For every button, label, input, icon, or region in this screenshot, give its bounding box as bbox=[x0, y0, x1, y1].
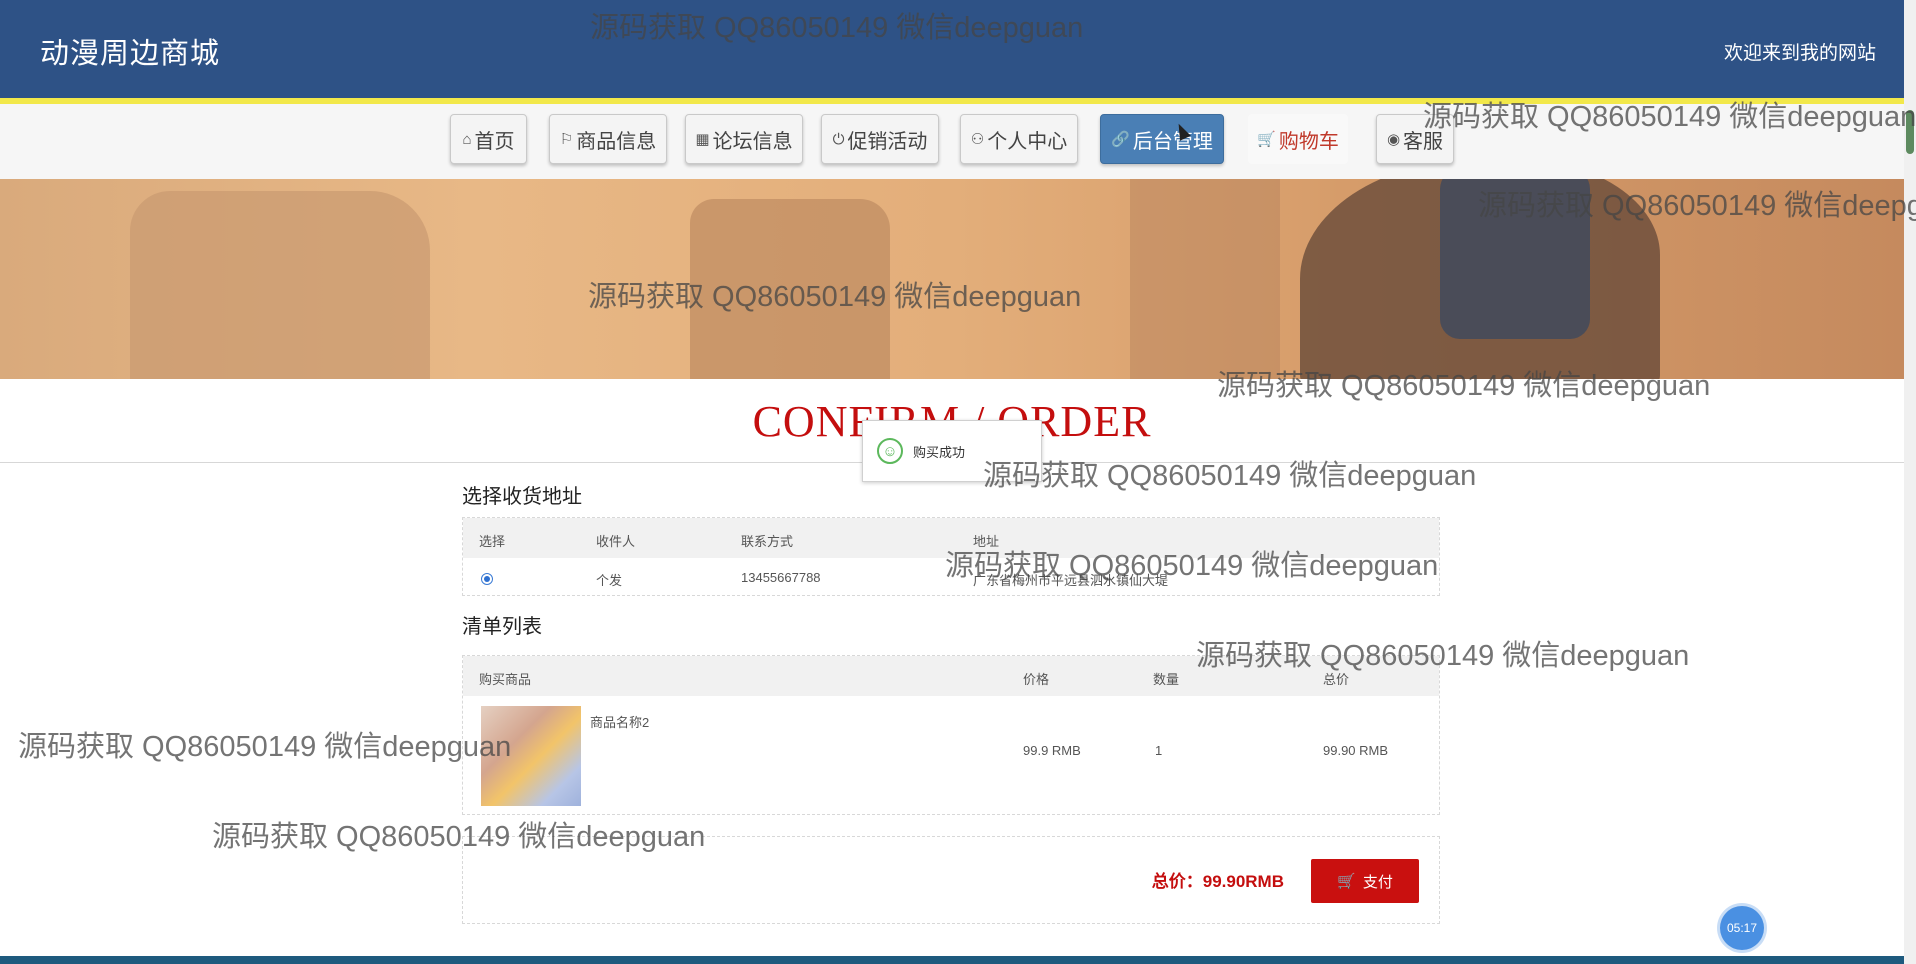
nav-label: 购物车 bbox=[1278, 130, 1339, 153]
nav-promotions[interactable]: ⏻ 促销活动 bbox=[821, 114, 939, 164]
pay-label: 支付 bbox=[1362, 873, 1393, 891]
col-header: 收件人 bbox=[596, 534, 636, 549]
power-icon: ⏻ bbox=[832, 130, 845, 148]
watermark-text: 源码获取 QQ86050149 微信deepguan bbox=[18, 731, 512, 763]
col-header: 选择 bbox=[479, 534, 506, 549]
nav-home[interactable]: ⌂ 首页 bbox=[450, 114, 527, 164]
user-icon: ⚇ bbox=[970, 131, 985, 148]
link-icon: 🔗 bbox=[1111, 131, 1130, 148]
nav-label: 商品信息 bbox=[576, 130, 657, 153]
watermark-text: 源码获取 QQ86050149 微信deepguan bbox=[983, 460, 1477, 492]
toast-text: 购买成功 bbox=[913, 444, 966, 460]
banner-rock bbox=[1130, 179, 1280, 379]
qty-cell: 1 bbox=[1155, 743, 1163, 758]
cart-table: 购买商品 价格 数量 总价 商品名称2 99.9 RMB 1 99.90 RMB bbox=[462, 655, 1440, 815]
total-cell: 99.90 RMB bbox=[1323, 743, 1389, 758]
address-cell: 广东省梅州市平远县泗水镇仙大堤 bbox=[973, 573, 1169, 588]
footer-bar bbox=[0, 956, 1904, 964]
recipient-cell: 个发 bbox=[596, 573, 623, 588]
address-section-title: 选择收货地址 bbox=[462, 486, 582, 508]
timer-badge[interactable]: 05:17 bbox=[1720, 906, 1764, 950]
flag-icon: ⚐ bbox=[559, 131, 574, 148]
cart-icon: 🛒 bbox=[1257, 131, 1276, 148]
address-table: 选择 收件人 联系方式 地址 个发 13455667788 广东省梅州市平远县泗… bbox=[462, 517, 1440, 596]
home-icon: ⌂ bbox=[462, 130, 472, 148]
page-scrollbar[interactable] bbox=[1904, 0, 1916, 964]
smile-icon: ☺ bbox=[877, 438, 903, 464]
nav-label: 个人中心 bbox=[987, 130, 1068, 153]
nav-cart[interactable]: 🛒 购物车 bbox=[1248, 114, 1348, 164]
grid-icon: ▦ bbox=[695, 131, 710, 148]
banner-backpack bbox=[1440, 179, 1590, 339]
cart-icon: 🛒 bbox=[1337, 873, 1356, 890]
address-radio[interactable] bbox=[481, 573, 493, 585]
col-header: 数量 bbox=[1153, 672, 1180, 687]
site-header: 动漫周边商城 欢迎来到我的网站 bbox=[0, 0, 1904, 104]
cart-section-title: 清单列表 bbox=[462, 616, 542, 638]
total-price: 总价：99.90RMB bbox=[1151, 872, 1284, 891]
banner-rock bbox=[690, 199, 890, 379]
product-thumbnail[interactable] bbox=[481, 706, 581, 806]
hero-banner bbox=[0, 179, 1904, 379]
welcome-text: 欢迎来到我的网站 bbox=[1723, 43, 1876, 64]
col-header: 价格 bbox=[1023, 672, 1050, 687]
success-toast: ☺ 购买成功 bbox=[862, 420, 1042, 482]
nav-products[interactable]: ⚐ 商品信息 bbox=[549, 114, 667, 164]
table-row[interactable]: 个发 13455667788 广东省梅州市平远县泗水镇仙大堤 bbox=[463, 558, 1439, 596]
phone-cell: 13455667788 bbox=[741, 570, 821, 585]
table-header: 购买商品 价格 数量 总价 bbox=[463, 656, 1439, 696]
site-title[interactable]: 动漫周边商城 bbox=[40, 30, 220, 72]
scroll-thumb[interactable] bbox=[1906, 110, 1914, 154]
banner-rock bbox=[130, 191, 430, 379]
main-nav: ⌂ 首页 ⚐ 商品信息 ▦ 论坛信息 ⏻ 促销活动 ⚇ 个人中心 🔗 后台管理 … bbox=[0, 104, 1904, 179]
order-summary: 总价：99.90RMB 🛒 支付 bbox=[462, 836, 1440, 924]
nav-label: 首页 bbox=[474, 130, 515, 153]
nav-label: 促销活动 bbox=[847, 130, 928, 153]
col-header: 总价 bbox=[1323, 672, 1350, 687]
col-header: 购买商品 bbox=[479, 672, 532, 687]
nav-label: 后台管理 bbox=[1132, 130, 1213, 153]
col-header: 地址 bbox=[973, 534, 1000, 549]
nav-forum[interactable]: ▦ 论坛信息 bbox=[685, 114, 803, 164]
product-name[interactable]: 商品名称2 bbox=[590, 712, 649, 731]
pay-button[interactable]: 🛒 支付 bbox=[1311, 859, 1419, 903]
nav-support[interactable]: ◉ 客服 bbox=[1376, 114, 1454, 164]
nav-user-center[interactable]: ⚇ 个人中心 bbox=[960, 114, 1078, 164]
support-icon: ◉ bbox=[1386, 131, 1401, 148]
nav-label: 客服 bbox=[1403, 130, 1444, 153]
price-cell: 99.9 RMB bbox=[1023, 743, 1081, 758]
col-header: 联系方式 bbox=[741, 534, 794, 549]
table-header: 选择 收件人 联系方式 地址 bbox=[463, 518, 1439, 558]
nav-label: 论坛信息 bbox=[712, 130, 793, 153]
table-row: 商品名称2 99.9 RMB 1 99.90 RMB bbox=[463, 696, 1439, 814]
nav-admin[interactable]: 🔗 后台管理 bbox=[1100, 114, 1224, 164]
